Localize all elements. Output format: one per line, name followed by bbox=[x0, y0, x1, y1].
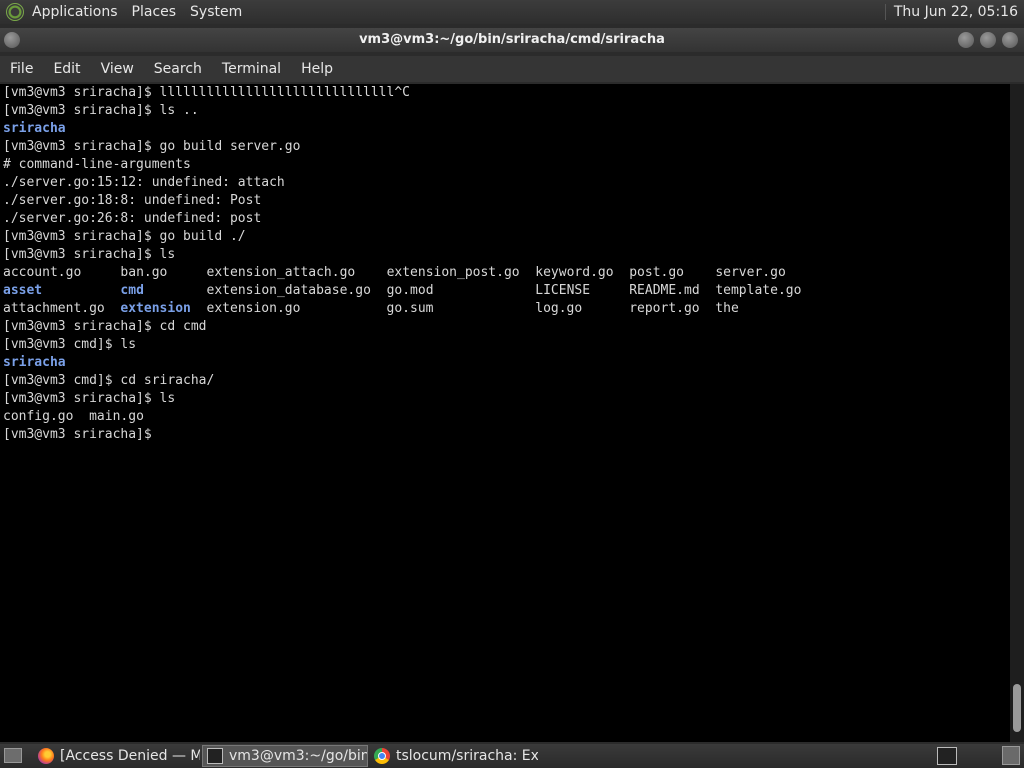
terminal-line: [vm3@vm3 sriracha]$ ls bbox=[3, 391, 176, 406]
terminal-line: [vm3@vm3 sriracha]$ ls .. bbox=[3, 103, 199, 118]
task-firefox[interactable]: [Access Denied — M... bbox=[34, 745, 200, 767]
show-desktop-icon[interactable] bbox=[4, 748, 22, 763]
top-panel: Applications Places System Thu Jun 22, 0… bbox=[0, 0, 1024, 24]
menu-view[interactable]: View bbox=[91, 61, 144, 77]
terminal-line: [vm3@vm3 sriracha]$ llllllllllllllllllll… bbox=[3, 85, 410, 100]
scrollbar-thumb[interactable] bbox=[1013, 684, 1021, 732]
terminal-line: [vm3@vm3 sriracha]$ go build ./ bbox=[3, 229, 246, 244]
terminal-line: # command-line-arguments bbox=[3, 157, 191, 172]
terminal-line: [vm3@vm3 sriracha]$ bbox=[3, 427, 152, 442]
task-label: [Access Denied — M... bbox=[60, 748, 200, 764]
menu-file[interactable]: File bbox=[0, 61, 43, 77]
menu-terminal[interactable]: Terminal bbox=[212, 61, 291, 77]
places-menu[interactable]: Places bbox=[132, 4, 177, 20]
window-menu-icon[interactable] bbox=[4, 32, 20, 48]
task-chrome[interactable]: tslocum/sriracha: Ex... bbox=[370, 745, 538, 767]
terminal-line: sriracha bbox=[3, 355, 66, 370]
firefox-icon bbox=[38, 748, 54, 764]
distro-logo-icon[interactable] bbox=[6, 3, 24, 21]
terminal-icon bbox=[207, 748, 223, 764]
applications-menu[interactable]: Applications bbox=[32, 4, 118, 20]
terminal-line: ./server.go:18:8: undefined: Post bbox=[3, 193, 262, 208]
window-titlebar[interactable]: vm3@vm3:~/go/bin/sriracha/cmd/sriracha bbox=[0, 28, 1024, 52]
terminal-line: [vm3@vm3 cmd]$ cd sriracha/ bbox=[3, 373, 215, 388]
bottom-taskbar: [Access Denied — M... vm3@vm3:~/go/bin..… bbox=[0, 744, 1024, 768]
terminal-scrollbar[interactable] bbox=[1010, 84, 1024, 742]
terminal-line: ./server.go:15:12: undefined: attach bbox=[3, 175, 285, 190]
maximize-button[interactable] bbox=[980, 32, 996, 48]
workspace-switcher[interactable] bbox=[1002, 746, 1020, 765]
terminal-line: config.go main.go bbox=[3, 409, 144, 424]
terminal-line: [vm3@vm3 sriracha]$ cd cmd bbox=[3, 319, 207, 334]
system-menu[interactable]: System bbox=[190, 4, 242, 20]
terminal-line: account.go ban.go extension_attach.go ex… bbox=[3, 265, 786, 280]
terminal-line: attachment.go extension extension.go go.… bbox=[3, 301, 739, 316]
menu-search[interactable]: Search bbox=[144, 61, 212, 77]
terminal-line: asset cmd extension_database.go go.mod L… bbox=[3, 283, 802, 298]
task-label: vm3@vm3:~/go/bin... bbox=[229, 748, 368, 764]
window-title: vm3@vm3:~/go/bin/sriracha/cmd/sriracha bbox=[359, 32, 665, 47]
tray-terminal-icon[interactable] bbox=[937, 747, 957, 765]
close-button[interactable] bbox=[1002, 32, 1018, 48]
task-label: tslocum/sriracha: Ex... bbox=[396, 748, 538, 764]
terminal-line: [vm3@vm3 sriracha]$ go build server.go bbox=[3, 139, 301, 154]
menu-help[interactable]: Help bbox=[291, 61, 343, 77]
terminal-line: [vm3@vm3 sriracha]$ ls bbox=[3, 247, 176, 262]
terminal-line: sriracha bbox=[3, 121, 66, 136]
panel-clock[interactable]: Thu Jun 22, 05:16 bbox=[894, 4, 1018, 20]
minimize-button[interactable] bbox=[958, 32, 974, 48]
terminal-menubar: File Edit View Search Terminal Help bbox=[0, 56, 1024, 82]
menu-edit[interactable]: Edit bbox=[43, 61, 90, 77]
terminal-output[interactable]: [vm3@vm3 sriracha]$ llllllllllllllllllll… bbox=[0, 84, 1010, 742]
panel-divider bbox=[884, 4, 886, 20]
desktop-screen: Applications Places System Thu Jun 22, 0… bbox=[0, 0, 1024, 768]
task-terminal[interactable]: vm3@vm3:~/go/bin... bbox=[202, 745, 368, 767]
chrome-icon bbox=[374, 748, 390, 764]
terminal-line: ./server.go:26:8: undefined: post bbox=[3, 211, 262, 226]
terminal-line: [vm3@vm3 cmd]$ ls bbox=[3, 337, 137, 352]
